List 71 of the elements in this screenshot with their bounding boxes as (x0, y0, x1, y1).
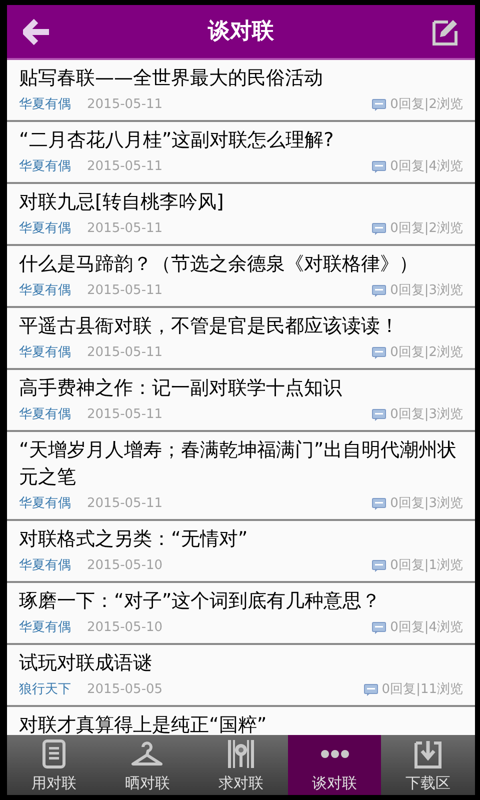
post-row[interactable]: 试玩对联成语谜 狼行天下 2015-05-05 0回复|11浏览 (7, 645, 475, 707)
post-date: 2015-05-11 (87, 344, 163, 362)
comment-icon (372, 498, 386, 510)
comment-icon (372, 161, 386, 173)
comment-icon (364, 684, 378, 696)
post-stats: 0回复|2浏览 (390, 220, 463, 238)
post-date: 2015-05-11 (87, 220, 163, 238)
post-row[interactable]: 对联格式之另类：“无情对” 华夏有偶 2015-05-10 0回复|1浏览 (7, 521, 475, 583)
post-stats: 0回复|3浏览 (390, 406, 463, 424)
post-date: 2015-05-11 (87, 406, 163, 424)
post-date: 2015-05-05 (87, 681, 163, 699)
post-title: 琢磨一下：“对子”这个词到底有几种意思？ (19, 589, 382, 614)
post-date: 2015-05-10 (87, 557, 163, 575)
post-date: 2015-05-11 (87, 495, 163, 513)
download-icon (414, 739, 442, 769)
post-title: 对联才真算得上是纯正“国粹” (19, 713, 268, 735)
comment-icon (372, 409, 386, 421)
post-author: 华夏有偶 (19, 619, 71, 637)
post-date: 2015-05-11 (87, 282, 163, 300)
comment-icon (372, 560, 386, 572)
post-title: 贴写春联——全世界最大的民俗活动 (19, 66, 324, 91)
post-title: 平遥古县衙对联，不管是官是民都应该读读！ (19, 314, 400, 339)
post-title: 对联九忌[转自桃李吟风] (19, 190, 225, 215)
post-row[interactable]: “天增岁月人增寿；春满乾坤福满门”出自明代潮州状元之笔 华夏有偶 2015-05-11 0回复|3浏览 (7, 432, 475, 521)
post-author: 华夏有偶 (19, 96, 71, 114)
post-row[interactable]: 什么是马蹄韵？（节选之余德泉《对联格律》） 华夏有偶 2015-05-11 0回复|3浏览 (7, 246, 475, 308)
post-title: 试玩对联成语谜 (19, 651, 153, 676)
post-title: 高手费神之作：记一副对联学十点知识 (19, 376, 343, 401)
tab[interactable]: 用对联 (7, 735, 101, 795)
post-title: “二月杏花八月桂”这副对联怎么理解? (19, 128, 335, 153)
tab[interactable]: 谈对联 (288, 735, 382, 795)
post-date: 2015-05-10 (87, 619, 163, 637)
more-icon (320, 749, 350, 759)
post-author: 华夏有偶 (19, 495, 71, 513)
tab[interactable]: 晒对联 (100, 735, 194, 795)
post-author: 华夏有偶 (19, 406, 71, 424)
comment-icon (372, 285, 386, 297)
post-stats: 0回复|4浏览 (390, 619, 463, 637)
post-stats: 0回复|1浏览 (390, 557, 463, 575)
post-stats: 0回复|4浏览 (390, 158, 463, 176)
comment-icon (372, 223, 386, 235)
post-title: 什么是马蹄韵？（节选之余德泉《对联格律》） (19, 252, 419, 277)
post-row[interactable]: 高手费神之作：记一副对联学十点知识 华夏有偶 2015-05-11 0回复|3浏览 (7, 370, 475, 432)
post-stats: 0回复|2浏览 (390, 96, 463, 114)
comment-icon (372, 622, 386, 634)
post-row[interactable]: 对联九忌[转自桃李吟风] 华夏有偶 2015-05-11 0回复|2浏览 (7, 184, 475, 246)
tab[interactable]: 求对联 (194, 735, 288, 795)
post-stats: 0回复|3浏览 (390, 282, 463, 300)
barcode-search-icon (226, 739, 255, 769)
post-title: 对联格式之另类：“无情对” (19, 527, 249, 552)
post-date: 2015-05-11 (87, 158, 163, 176)
post-stats: 0回复|11浏览 (382, 681, 463, 699)
comment-icon (372, 347, 386, 359)
post-stats: 0回复|3浏览 (390, 495, 463, 513)
post-stats: 0回复|2浏览 (390, 344, 463, 362)
post-title: “天增岁月人增寿；春满乾坤福满门”出自明代潮州状元之笔 (19, 438, 458, 490)
post-author: 华夏有偶 (19, 557, 71, 575)
document-icon (42, 739, 66, 769)
comment-icon (372, 99, 386, 111)
post-row[interactable]: 贴写春联——全世界最大的民俗活动 华夏有偶 2015-05-11 0回复|2浏览 (7, 60, 475, 122)
post-row[interactable]: 平遥古县衙对联，不管是官是民都应该读读！ 华夏有偶 2015-05-11 0回复|2浏览 (7, 308, 475, 370)
post-author: 狼行天下 (19, 681, 71, 699)
post-row[interactable]: “二月杏花八月桂”这副对联怎么理解? 华夏有偶 2015-05-11 0回复|4浏览 (7, 122, 475, 184)
post-author: 华夏有偶 (19, 158, 71, 176)
post-row[interactable]: 琢磨一下：“对子”这个词到底有几种意思？ 华夏有偶 2015-05-10 0回复|4浏览 (7, 583, 475, 645)
page-title: 谈对联 (208, 18, 274, 46)
post-author: 华夏有偶 (19, 344, 71, 362)
post-date: 2015-05-11 (87, 96, 163, 114)
tab[interactable]: 下载区 (381, 735, 475, 795)
post-author: 华夏有偶 (19, 282, 71, 300)
post-author: 华夏有偶 (19, 220, 71, 238)
